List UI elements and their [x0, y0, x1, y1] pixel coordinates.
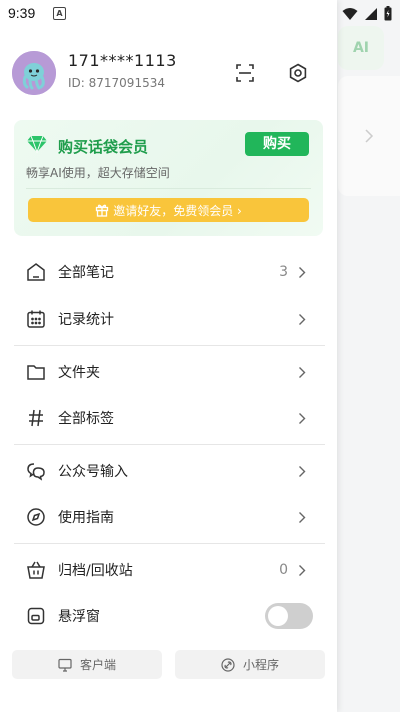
background-card[interactable]	[338, 76, 400, 196]
link-icon	[221, 657, 235, 672]
settings-button[interactable]	[285, 60, 311, 86]
vip-divider	[26, 188, 311, 189]
chevron-right-icon	[299, 366, 306, 378]
chevron-right-icon	[299, 564, 306, 576]
mini-program-button[interactable]: 小程序	[175, 650, 325, 679]
settings-icon	[289, 63, 307, 83]
scan-button[interactable]	[232, 60, 258, 86]
divider	[14, 543, 325, 544]
menu-item-folder[interactable]: 文件夹	[14, 352, 324, 392]
gift-icon	[96, 204, 109, 217]
folder-icon	[27, 365, 45, 380]
menu-label: 记录统计	[58, 312, 114, 328]
monitor-icon	[58, 658, 72, 672]
invite-label: 邀请好友，免费领会员 ›	[113, 203, 242, 218]
invite-friends-button[interactable]: 邀请好友，免费领会员 ›	[28, 198, 309, 222]
wifi-icon	[342, 7, 358, 20]
hashtag-icon	[29, 409, 43, 427]
chevron-right-icon	[365, 129, 374, 143]
note-icon	[27, 263, 45, 281]
chat-icon	[27, 463, 45, 481]
buy-button[interactable]: 购买	[245, 132, 309, 156]
miniapp-label: 小程序	[242, 658, 279, 672]
ai-button[interactable]: AI	[338, 26, 384, 70]
chevron-right-icon	[299, 511, 306, 523]
status-time: 9:39	[8, 5, 36, 21]
floating-window-icon	[27, 607, 45, 625]
side-drawer: 171****1113 ID: 8717091534 购买话袋会员 购买 畅享A…	[0, 0, 337, 712]
battery-icon	[384, 6, 392, 21]
avatar[interactable]	[12, 51, 56, 95]
avatar-image	[12, 51, 56, 95]
menu-label: 全部笔记	[58, 265, 114, 281]
user-name: 171****1113	[68, 51, 177, 70]
chevron-right-icon	[299, 412, 306, 424]
menu-label: 文件夹	[58, 365, 100, 381]
menu-item-tags[interactable]: 全部标签	[14, 398, 324, 438]
vip-title: 购买话袋会员	[58, 138, 149, 156]
menu-item-wechat-input[interactable]: 公众号输入	[14, 451, 324, 491]
archive-count: 0	[279, 562, 288, 578]
menu-label: 全部标签	[58, 411, 114, 427]
signal-icon	[365, 7, 377, 20]
calendar-icon	[27, 310, 45, 328]
menu-label: 公众号输入	[58, 464, 128, 480]
divider	[14, 345, 325, 346]
notification-icon: A	[53, 7, 66, 20]
chevron-right-icon	[299, 266, 306, 278]
menu-item-archive[interactable]: 归档/回收站 0	[14, 550, 324, 590]
scan-icon	[236, 64, 254, 82]
menu-label: 归档/回收站	[58, 563, 133, 579]
vip-card: 购买话袋会员 购买 畅享AI使用，超大存储空间 邀请好友，免费领会员 ›	[14, 120, 323, 236]
archive-icon	[27, 561, 45, 579]
menu-item-stats[interactable]: 记录统计	[14, 299, 324, 339]
notes-count: 3	[279, 264, 288, 280]
vip-subtitle: 畅享AI使用，超大存储空间	[26, 166, 170, 180]
menu-item-all-notes[interactable]: 全部笔记 3	[14, 252, 324, 292]
compass-icon	[27, 508, 45, 526]
status-bar: 9:39 A	[0, 0, 400, 26]
floating-window-toggle[interactable]	[265, 603, 313, 629]
chevron-right-icon	[299, 313, 306, 325]
menu-label: 使用指南	[58, 510, 114, 526]
divider	[14, 444, 325, 445]
menu-item-guide[interactable]: 使用指南	[14, 497, 324, 537]
diamond-icon	[27, 135, 47, 153]
client-label: 客户端	[79, 658, 116, 672]
toggle-knob	[268, 606, 288, 626]
client-download-button[interactable]: 客户端	[12, 650, 162, 679]
user-id: ID: 8717091534	[68, 76, 165, 90]
chevron-right-icon	[299, 465, 306, 477]
